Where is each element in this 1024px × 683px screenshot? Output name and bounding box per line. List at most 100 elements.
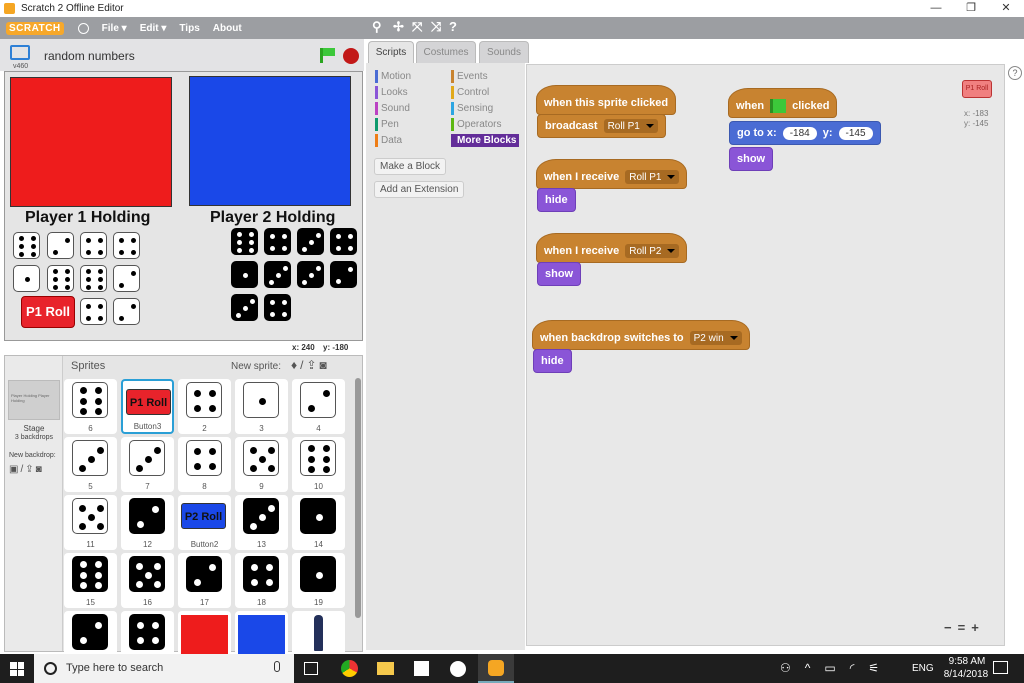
- stage-thumbnail[interactable]: Player Holding Player Holding: [8, 380, 60, 420]
- scratch-taskbar-button[interactable]: [478, 654, 514, 683]
- zoom-reset-icon[interactable]: =: [958, 620, 966, 635]
- show-block-1[interactable]: show: [537, 262, 582, 286]
- zoom-in-icon[interactable]: +: [971, 620, 979, 635]
- y-input[interactable]: -145: [838, 126, 873, 140]
- duplicate-stamp-icon[interactable]: ⚲: [372, 19, 382, 35]
- task-view-icon[interactable]: [304, 662, 318, 675]
- sprite-tile[interactable]: 8: [178, 437, 231, 492]
- new-sprite-tools-icon[interactable]: ♦/⇪◙: [291, 358, 330, 372]
- shrink-icon[interactable]: ⤨: [431, 19, 441, 35]
- when-backdrop-switches-block[interactable]: when backdrop switches to P2 win: [532, 320, 750, 350]
- die-pip: [30, 244, 36, 249]
- when-i-receive-block-2[interactable]: when I receive Roll P2: [536, 233, 688, 263]
- taskbar-search-box[interactable]: Type here to search: [34, 654, 294, 683]
- sprite-tile-label: Button2: [190, 540, 219, 549]
- category-events[interactable]: Events: [451, 70, 488, 83]
- hide-block-2[interactable]: hide: [533, 349, 572, 373]
- category-motion[interactable]: Motion: [375, 70, 411, 83]
- category-operators[interactable]: Operators: [451, 118, 501, 131]
- tab-sounds[interactable]: Sounds: [479, 41, 529, 63]
- sprite-tile-label: 19: [314, 598, 323, 607]
- p1-roll-button[interactable]: P1 Roll: [21, 296, 75, 328]
- go-to-xy-block[interactable]: go to x: -184 y: -145: [729, 121, 881, 145]
- sprite-tile[interactable]: 18: [235, 553, 288, 608]
- die-pip: [270, 311, 276, 317]
- stage-die: [264, 261, 291, 288]
- language-indicator[interactable]: ENG: [912, 663, 934, 674]
- menu-file[interactable]: File ▾: [102, 23, 127, 34]
- backdrop-tools-icon[interactable]: ▣/⇪◙: [9, 464, 44, 475]
- backdrop-dropdown[interactable]: P2 win: [689, 331, 742, 345]
- grow-icon[interactable]: ⤧: [412, 19, 422, 35]
- scratch-logo[interactable]: SCRATCH: [6, 21, 64, 35]
- category-sensing[interactable]: Sensing: [451, 102, 493, 115]
- when-i-receive-block-1[interactable]: when I receive Roll P1: [536, 159, 688, 189]
- windows-start-icon[interactable]: [10, 662, 24, 676]
- category-data[interactable]: Data: [375, 134, 402, 147]
- category-sound[interactable]: Sound: [375, 102, 410, 115]
- broadcast-block[interactable]: broadcast Roll P1: [537, 114, 666, 138]
- clock-time[interactable]: 9:58 AM: [942, 656, 992, 667]
- sticky-app-icon[interactable]: [414, 661, 429, 676]
- category-control[interactable]: Control: [451, 86, 489, 99]
- fullscreen-icon[interactable]: [10, 45, 30, 60]
- stage[interactable]: Player 1 Holding Player 2 Holding P1 Rol…: [4, 71, 363, 341]
- sprite-tile[interactable]: 13: [235, 495, 288, 550]
- category-more-blocks[interactable]: More Blocks: [451, 134, 519, 147]
- x-input[interactable]: -184: [782, 126, 817, 140]
- sprites-scrollbar[interactable]: [355, 378, 361, 618]
- clock-date[interactable]: 8/14/2018: [938, 669, 994, 680]
- hide-block-1[interactable]: hide: [537, 188, 576, 212]
- sprite-tile[interactable]: P2 Roll Button2: [178, 495, 231, 550]
- stop-icon[interactable]: [343, 48, 359, 64]
- project-name[interactable]: random numbers: [44, 49, 135, 63]
- sprite-tile[interactable]: 16: [121, 553, 174, 608]
- sprite-tile[interactable]: 15: [64, 553, 117, 608]
- sprite-tile[interactable]: 17: [178, 553, 231, 608]
- sprite-tile[interactable]: 4: [292, 379, 345, 434]
- close-button[interactable]: ✕: [990, 0, 1022, 17]
- minimize-button[interactable]: —: [920, 0, 952, 17]
- when-flag-clicked-block[interactable]: when clicked: [728, 88, 838, 118]
- when-sprite-clicked-block[interactable]: when this sprite clicked: [536, 85, 677, 115]
- help-icon[interactable]: ?: [449, 19, 457, 34]
- broadcast-message-dropdown[interactable]: Roll P1: [603, 119, 658, 133]
- help-icon-scripts[interactable]: ?: [1008, 66, 1022, 80]
- menu-tips[interactable]: Tips: [179, 23, 199, 34]
- app-icon-2[interactable]: [450, 661, 466, 677]
- cut-icon[interactable]: ✢: [393, 19, 404, 35]
- globe-icon[interactable]: [77, 22, 89, 34]
- sprite-tile[interactable]: 6: [64, 379, 117, 434]
- make-block-button[interactable]: Make a Block: [374, 158, 447, 175]
- die-pip: [281, 311, 287, 317]
- sprite-tile[interactable]: 14: [292, 495, 345, 550]
- tab-scripts[interactable]: Scripts: [368, 41, 414, 63]
- receive-dropdown-2[interactable]: Roll P2: [625, 244, 680, 258]
- receive-dropdown-1[interactable]: Roll P1: [625, 170, 680, 184]
- sprite-tile[interactable]: 19: [292, 553, 345, 608]
- zoom-out-icon[interactable]: −: [944, 620, 952, 635]
- sprite-tile[interactable]: 3: [235, 379, 288, 434]
- category-looks[interactable]: Looks: [375, 86, 408, 99]
- menu-about[interactable]: About: [213, 23, 242, 34]
- sprite-tile[interactable]: 10: [292, 437, 345, 492]
- microphone-icon[interactable]: [274, 661, 280, 672]
- sprite-tile[interactable]: 11: [64, 495, 117, 550]
- chrome-icon[interactable]: [341, 660, 358, 677]
- notifications-icon[interactable]: [993, 661, 1008, 674]
- add-extension-button[interactable]: Add an Extension: [374, 181, 465, 198]
- sprite-tile[interactable]: 12: [121, 495, 174, 550]
- tab-costumes[interactable]: Costumes: [416, 41, 476, 63]
- show-block-2[interactable]: show: [729, 147, 774, 171]
- menu-edit[interactable]: Edit ▾: [140, 23, 167, 34]
- sprite-tile[interactable]: 2: [178, 379, 231, 434]
- sprite-tile[interactable]: P1 Roll Button3: [121, 379, 174, 434]
- tray-icons[interactable]: ⚇^▭◜⚟: [780, 661, 893, 675]
- category-pen[interactable]: Pen: [375, 118, 399, 131]
- maximize-button[interactable]: ❐: [955, 0, 987, 17]
- die-pip: [347, 234, 353, 240]
- sprite-tile[interactable]: 5: [64, 437, 117, 492]
- sprite-tile[interactable]: 9: [235, 437, 288, 492]
- sprite-tile[interactable]: 7: [121, 437, 174, 492]
- file-explorer-icon[interactable]: [377, 662, 394, 675]
